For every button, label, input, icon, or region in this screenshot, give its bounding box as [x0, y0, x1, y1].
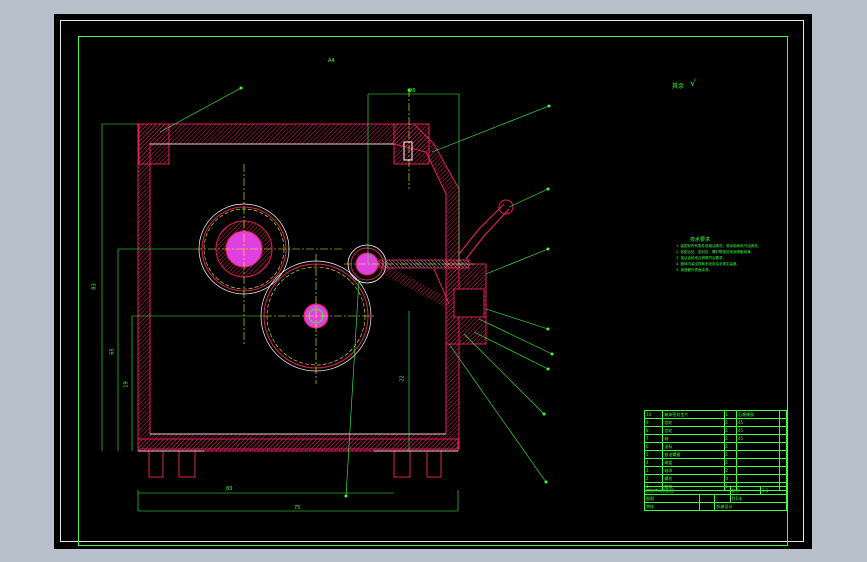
bom-row: 10 箱体密封垫片 1 石棉橡胶	[643, 410, 787, 419]
bom-cell: 放油螺塞	[662, 450, 725, 459]
sheet-label: A4	[328, 58, 335, 64]
bom-cell: 端盖	[662, 458, 725, 467]
title-block-scale: 1:1	[759, 486, 788, 495]
title-block-sheet: 共1张	[729, 494, 788, 503]
bom-cell: 4	[643, 458, 664, 467]
title-block-scale-label: 比例	[729, 486, 761, 495]
dim-height-mid: 65	[109, 348, 116, 355]
bom-cell: 1	[723, 458, 738, 467]
title-block-company: 机械设计	[714, 502, 787, 511]
bom-cell: 箱体密封垫片	[662, 410, 725, 419]
bom-cell	[779, 474, 787, 483]
dim-top-width: 98	[409, 88, 416, 94]
bom-cell	[779, 450, 787, 459]
title-block-checked: 审核	[643, 502, 701, 511]
roughness-symbol: √	[690, 79, 696, 89]
bom-cell	[779, 466, 787, 475]
bom-cell	[736, 458, 781, 467]
bom-cell: 1	[723, 410, 738, 419]
bom-cell: 6	[643, 442, 664, 451]
bom-cell: 7	[643, 434, 664, 443]
bom-cell: 轴	[662, 434, 725, 443]
bom-cell: 1	[723, 418, 738, 427]
bom-cell: 8	[643, 426, 664, 435]
bom-cell: 轴承	[662, 466, 725, 475]
title-block-name: 齿轮传动装配图	[644, 486, 731, 495]
dim-height-right: 22	[399, 375, 406, 382]
bom-cell	[779, 442, 787, 451]
bom-cell: 螺栓	[662, 474, 725, 483]
bom-cell	[736, 442, 781, 451]
bom-cell	[736, 450, 781, 459]
bom-cell	[736, 474, 781, 483]
bom-row: 9 齿轮 1 45	[643, 418, 787, 427]
bom-row: 7 轴 1 45	[643, 434, 787, 443]
notes-title: 技术要求	[690, 237, 711, 243]
bom-cell: 45	[736, 418, 781, 427]
bom-cell	[779, 410, 787, 419]
bom-cell: 3	[643, 466, 664, 475]
bom-cell: 1	[723, 442, 738, 451]
roughness-label: 其余	[672, 83, 685, 90]
bom-row: 8 齿轮 1 45	[643, 426, 787, 435]
bom-cell: 2	[723, 466, 738, 475]
bom-cell: 齿轮	[662, 418, 725, 427]
note-line: 3. 保证齿轮啮合侧隙符合要求。	[676, 256, 726, 260]
bom-cell: 1	[723, 434, 738, 443]
note-line: 2. 各配合处、密封处、螺钉联接处用润滑脂润滑。	[676, 250, 754, 254]
bom-cell	[779, 458, 787, 467]
housing-section	[137, 123, 460, 478]
bom-cell	[736, 466, 781, 475]
bom-cell: 45	[736, 434, 781, 443]
dim-height-left: 83	[91, 283, 98, 290]
bom-cell: 1	[723, 450, 738, 459]
dim-bottom-width: 75	[294, 505, 301, 511]
bom-cell: 5	[643, 450, 664, 459]
bom-cell	[779, 434, 787, 443]
note-line: 5. 减速器外表面涂漆。	[676, 268, 712, 272]
bom-cell: 油标	[662, 442, 725, 451]
bom-cell	[779, 418, 787, 427]
bom-cell: 4	[723, 474, 738, 483]
bom-cell: 2	[643, 474, 664, 483]
title-block: 齿轮传动装配图 比例 1:1 制图 共1张 审核 机械设计	[643, 486, 788, 511]
bom-cell: 45	[736, 426, 781, 435]
cad-viewport[interactable]: A4 98 75 83 83 65 19 22 其余 √ 技术要求 1. 装配前…	[54, 14, 812, 549]
bom-row: 2 螺栓 4	[643, 474, 787, 483]
note-line: 1. 装配前所有零件用煤油清洗，滚动轴承用汽油清洗。	[676, 244, 761, 248]
bom-row: 4 端盖 1	[643, 458, 787, 467]
bom-cell: 9	[643, 418, 664, 427]
bom-table: 10 箱体密封垫片 1 石棉橡胶 9 齿轮 1 45 8 齿轮 1 45 7 轴 1 45 6 油标 1 5 放油螺塞 1…	[643, 410, 787, 491]
note-line: 4. 箱体内装全损耗系统用油至规定高度。	[676, 262, 740, 266]
bom-cell	[779, 426, 787, 435]
title-block-drawn: 制图	[643, 494, 701, 503]
bom-row: 6 油标 1	[643, 442, 787, 451]
bom-cell: 10	[643, 410, 664, 419]
bom-row: 5 放油螺塞 1	[643, 450, 787, 459]
bom-row: 3 轴承 2	[643, 466, 787, 475]
bom-cell: 齿轮	[662, 426, 725, 435]
bom-cell: 1	[723, 426, 738, 435]
dim-bottom-inner: 83	[226, 486, 233, 492]
dim-height-low: 19	[123, 381, 130, 388]
bom-cell: 石棉橡胶	[736, 410, 781, 419]
